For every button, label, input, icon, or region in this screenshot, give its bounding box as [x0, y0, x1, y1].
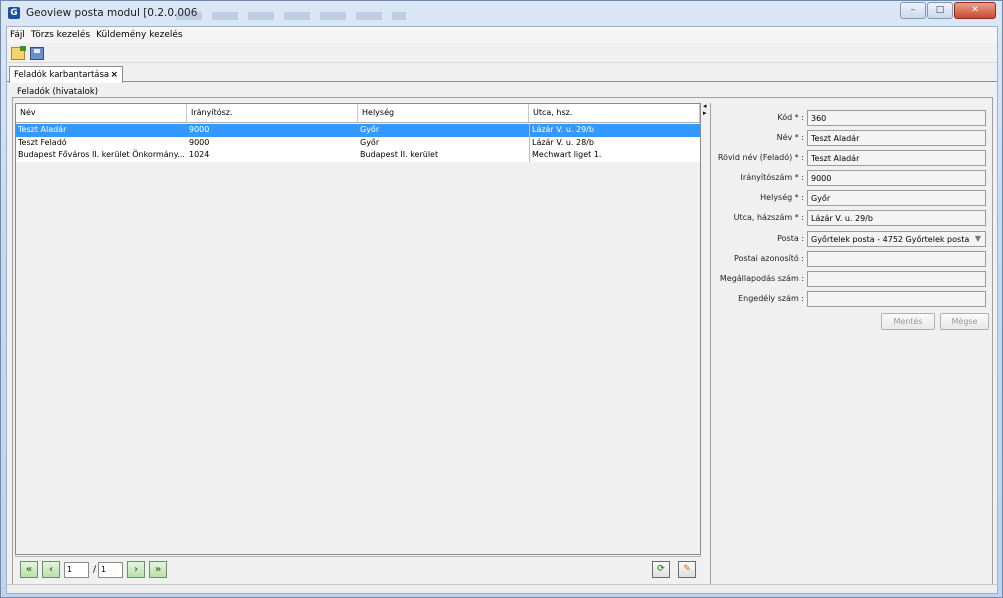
next-page-button[interactable]: › — [127, 561, 146, 578]
field-row-city: Helység * : Győr — [711, 190, 994, 206]
senders-table: Név Irányítósz. Helység Utca, hsz. Teszt… — [15, 103, 701, 555]
tab-strip: Feladók karbantartása × — [7, 65, 997, 83]
minimize-button[interactable]: – — [900, 2, 926, 19]
cell-zip: 9000 — [189, 125, 210, 134]
cancel-button[interactable]: Mégse — [940, 313, 989, 330]
table-body: Teszt Aladár 9000 Győr Lázár V. u. 29/b … — [16, 124, 700, 162]
page-separator: / — [93, 564, 97, 575]
menu-bar: Fájl Törzs kezelés Küldemény kezelés — [7, 27, 997, 43]
pager: « ‹ 1 / 1 › » ⟳ ✎ — [15, 556, 701, 582]
postal-id-field[interactable] — [807, 251, 986, 267]
short-name-field[interactable]: Teszt Aladár — [807, 150, 986, 166]
field-label: Kód * : — [777, 113, 804, 122]
table-row[interactable]: Budapest Főváros II. kerület Önkormány..… — [16, 149, 700, 162]
application-window: G Geoview posta modul [0.2.0.006 – □ ✕ F… — [0, 0, 1003, 598]
city-field[interactable]: Győr — [807, 190, 986, 206]
detail-form: Kód * : 360 Név * : Teszt Aladár Rövid n… — [710, 103, 993, 592]
splitter[interactable]: ◂ ▸ — [702, 103, 710, 582]
field-label: Helység * : — [760, 193, 804, 202]
table-row[interactable]: Teszt Aladár 9000 Győr Lázár V. u. 29/b — [16, 124, 700, 137]
page-number-input[interactable]: 1 — [64, 561, 89, 578]
previous-page-button[interactable]: ‹ — [42, 561, 60, 578]
title-bar[interactable]: G Geoview posta modul [0.2.0.006 – □ ✕ — [1, 1, 1002, 25]
field-row-postal-id: Postai azonosító : — [711, 251, 994, 267]
field-row-street: Utca, házszám * : Lázár V. u. 29/b — [711, 210, 994, 226]
field-row-zip: Irányítószám * : 9000 — [711, 170, 994, 186]
permit-number-field[interactable] — [807, 291, 986, 307]
field-row-agreement-number: Megállapodás szám : — [711, 271, 994, 287]
post-office-select[interactable]: Győrtelek posta - 4752 Győrtelek posta ▼ — [807, 231, 986, 247]
toolbar — [7, 44, 997, 63]
field-row-short-name: Rövid név (Feladó) * : Teszt Aladár — [711, 150, 994, 166]
column-header-name[interactable]: Név — [16, 104, 187, 122]
open-icon[interactable] — [11, 45, 26, 60]
code-field[interactable]: 360 — [807, 110, 986, 126]
field-label: Utca, házszám * : — [733, 213, 804, 222]
field-row-name: Név * : Teszt Aladár — [711, 130, 994, 146]
app-icon: G — [8, 7, 20, 19]
menu-shipments[interactable]: Küldemény kezelés — [96, 30, 183, 40]
post-office-selected-value: Győrtelek posta - 4752 Győrtelek posta — [811, 235, 970, 244]
street-field[interactable]: Lázár V. u. 29/b — [807, 210, 986, 226]
save-icon[interactable] — [30, 46, 44, 60]
field-row-code: Kód * : 360 — [711, 110, 994, 126]
tab-sender-maintenance[interactable]: Feladók karbantartása × — [9, 66, 123, 83]
cell-name: Teszt Feladó — [18, 137, 67, 147]
field-row-post-office: Posta : Győrtelek posta - 4752 Győrtelek… — [711, 231, 994, 247]
field-label: Engedély szám : — [738, 294, 804, 303]
cell-street: Lázár V. u. 29/b — [529, 124, 700, 137]
field-label: Irányítószám * : — [740, 173, 804, 182]
close-button[interactable]: ✕ — [954, 2, 996, 19]
field-row-permit-number: Engedély szám : — [711, 291, 994, 307]
first-page-button[interactable]: « — [20, 561, 38, 578]
pager-actions: ⟳ ✎ — [644, 561, 696, 578]
column-header-zip[interactable]: Irányítósz. — [187, 104, 358, 122]
menu-file[interactable]: Fájl — [10, 30, 25, 40]
client-area: Fájl Törzs kezelés Küldemény kezelés Fel… — [6, 26, 998, 594]
field-label: Postai azonosító : — [733, 254, 804, 263]
cell-street: Lázár V. u. 28/b — [529, 136, 700, 149]
column-header-street[interactable]: Utca, hsz. — [529, 104, 700, 122]
tab-close-icon[interactable]: × — [110, 70, 118, 80]
field-label: Posta : — [777, 234, 804, 243]
collapse-arrow-icon[interactable]: ◂ ▸ — [703, 103, 707, 117]
field-label: Megállapodás szám : — [719, 274, 804, 283]
save-button[interactable]: Mentés — [881, 313, 935, 330]
refresh-icon[interactable]: ⟳ — [652, 561, 670, 578]
status-bar — [7, 584, 997, 593]
window-title: Geoview posta modul [0.2.0.006 — [26, 7, 198, 19]
last-page-button[interactable]: » — [149, 561, 168, 578]
edit-icon[interactable]: ✎ — [678, 561, 696, 578]
field-label: Rövid név (Feladó) * : — [717, 153, 804, 162]
maximize-button[interactable]: □ — [927, 2, 953, 19]
cell-name: Teszt Aladár — [18, 125, 67, 134]
cell-name: Budapest Főváros II. kerület Önkormány..… — [18, 150, 185, 159]
column-header-city[interactable]: Helység — [358, 104, 529, 122]
chevron-down-icon[interactable]: ▼ — [975, 234, 981, 243]
form-actions: Mentés Mégse — [711, 313, 994, 330]
field-label: Név * : — [776, 133, 804, 142]
cell-street: Mechwart liget 1. — [529, 149, 700, 162]
window-controls: – □ ✕ — [899, 2, 996, 19]
tab-label: Feladók karbantartása — [14, 70, 110, 80]
cell-city: Győr — [360, 137, 380, 147]
cell-city: Győr — [360, 125, 380, 134]
table-row[interactable]: Teszt Feladó 9000 Győr Lázár V. u. 28/b — [16, 136, 700, 149]
cell-zip: 9000 — [189, 137, 210, 147]
title-bar-blurred-background — [176, 12, 406, 20]
table-header: Név Irányítósz. Helység Utca, hsz. — [16, 104, 700, 123]
panel-title: Feladók (hivatalok) — [17, 87, 99, 97]
cell-zip: 1024 — [189, 150, 210, 159]
zip-field[interactable]: 9000 — [807, 170, 986, 186]
name-field[interactable]: Teszt Aladár — [807, 130, 986, 146]
cell-city: Budapest II. kerület — [360, 150, 439, 159]
menu-master-data[interactable]: Törzs kezelés — [31, 30, 90, 40]
total-pages-field: 1 — [98, 561, 124, 578]
agreement-number-field[interactable] — [807, 271, 986, 287]
